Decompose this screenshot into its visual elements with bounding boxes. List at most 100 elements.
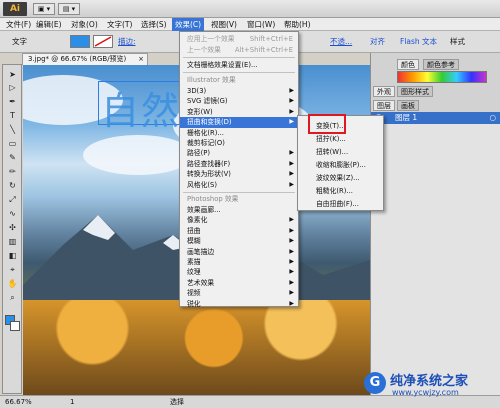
rotate-tool-icon[interactable]: ↻	[5, 180, 20, 191]
submenu-item-tweak[interactable]: 扭拧(K)...	[298, 134, 383, 144]
graph-tool-icon[interactable]: ▥	[5, 236, 20, 247]
fill-swatch[interactable]	[70, 35, 90, 48]
selected-art-text[interactable]: 自然	[98, 81, 182, 133]
chevron-right-icon: ▶	[289, 226, 294, 234]
tab-color-guide[interactable]: 颜色参考	[423, 59, 459, 70]
illustrator-effects-header: Illustrator 效果	[187, 76, 236, 84]
menu-effect[interactable]: 效果(C)	[172, 18, 205, 31]
color-spectrum[interactable]	[397, 71, 487, 83]
menu-item-sharpen[interactable]: 锐化 ▶	[180, 299, 298, 309]
layer-row[interactable]: 👁 图层 1 ○	[371, 112, 500, 124]
menu-item-svg-filters[interactable]: SVG 滤镜(G) ▶	[180, 96, 298, 106]
illustrator-window: Ai ▣ ▾ ▤ ▾ 文件(F) 编辑(E) 对象(O) 文字(T) 选择(S)…	[0, 0, 500, 408]
menu-view[interactable]: 视图(V)	[208, 18, 240, 31]
chevron-right-icon: ▶	[289, 107, 294, 115]
brush-tool-icon[interactable]: ✎	[5, 152, 20, 163]
menu-item-last-effect[interactable]: 上一个效果 Alt+Shift+Ctrl+E	[180, 45, 298, 55]
chevron-right-icon: ▶	[289, 87, 294, 94]
eyedropper-tool-icon[interactable]: ⌖	[5, 264, 20, 275]
chevron-right-icon: ▶	[289, 289, 294, 297]
status-mode[interactable]: 选择	[170, 396, 184, 408]
align-link[interactable]: 对齐	[370, 36, 385, 48]
menu-item-convert-to-shape[interactable]: 转换为形状(V) ▶	[180, 169, 298, 179]
tab-artboards[interactable]: 画板	[397, 100, 419, 111]
menu-type[interactable]: 文字(T)	[104, 18, 135, 31]
gradient-tool-icon[interactable]: ◧	[5, 250, 20, 261]
submenu-item-twist[interactable]: 扭转(W)...	[298, 147, 383, 157]
menu-item-rasterize[interactable]: 栅格化(R)...	[180, 128, 298, 138]
pencil-tool-icon[interactable]: ✏	[5, 166, 20, 177]
hand-tool-icon[interactable]: ✋	[5, 278, 20, 289]
no-stroke-icon	[94, 36, 112, 47]
chevron-right-icon: ▶	[289, 278, 294, 286]
warp-tool-icon[interactable]: ∿	[5, 208, 20, 219]
menu-item-texture[interactable]: 纹理 ▶	[180, 267, 298, 277]
pen-tool-icon[interactable]: ✒	[5, 96, 20, 107]
submenu-item-roughen[interactable]: 粗糙化(R)...	[298, 186, 383, 196]
target-icon[interactable]: ○	[489, 112, 496, 124]
menu-file[interactable]: 文件(F)	[3, 18, 34, 31]
arrange-documents-button[interactable]: ▤ ▾	[58, 3, 80, 15]
tab-layers[interactable]: 图层	[373, 100, 395, 111]
menu-item-effect-gallery[interactable]: 效果画廊...	[180, 205, 298, 215]
title-bar: Ai ▣ ▾ ▤ ▾	[0, 0, 500, 18]
menu-edit[interactable]: 编辑(E)	[33, 18, 65, 31]
menu-window[interactable]: 窗口(W)	[244, 18, 278, 31]
tab-appearance[interactable]: 外观	[373, 86, 395, 97]
menu-item-brush-strokes[interactable]: 画笔描边 ▶	[180, 247, 298, 257]
symbol-tool-icon[interactable]: ✣	[5, 222, 20, 233]
stroke-color-box[interactable]	[10, 321, 20, 331]
opacity-link[interactable]: 不透...	[330, 36, 352, 48]
line-tool-icon[interactable]: ╲	[5, 124, 20, 135]
selection-tool-icon[interactable]: ➤	[5, 69, 20, 80]
menu-help[interactable]: 帮助(H)	[281, 18, 314, 31]
menu-item-warp[interactable]: 变形(W) ▶	[180, 107, 298, 117]
styles-label[interactable]: 样式	[450, 36, 465, 48]
chevron-right-icon: ▶	[289, 170, 294, 178]
menu-item-blur[interactable]: 模糊 ▶	[180, 236, 298, 246]
layer-name: 图层 1	[395, 113, 418, 122]
menu-separator	[183, 72, 295, 73]
submenu-item-pucker-bloat[interactable]: 收缩和膨胀(P)...	[298, 160, 383, 170]
photoshop-effects-header: Photoshop 效果	[187, 195, 239, 203]
document-title: 3.jpg* @ 66.67% (RGB/预览)	[28, 55, 127, 63]
flash-text-link[interactable]: Flash 文本	[400, 36, 437, 48]
page-number[interactable]: 1	[70, 396, 74, 408]
menu-item-stylize[interactable]: 风格化(S) ▶	[180, 180, 298, 190]
menu-item-video[interactable]: 视频 ▶	[180, 288, 298, 298]
menu-item-artistic[interactable]: 艺术效果 ▶	[180, 278, 298, 288]
chevron-right-icon: ▶	[289, 268, 294, 276]
type-tool-icon[interactable]: T	[5, 110, 20, 121]
submenu-item-zig-zag[interactable]: 波纹效果(Z)...	[298, 173, 383, 183]
bridge-button[interactable]: ▣ ▾	[33, 3, 55, 15]
rectangle-tool-icon[interactable]: ▭	[5, 138, 20, 149]
menu-object[interactable]: 对象(O)	[68, 18, 101, 31]
direct-select-icon[interactable]: ▷	[5, 82, 20, 93]
menu-item-3d[interactable]: 3D(3) ▶	[180, 86, 298, 96]
menu-item-sketch[interactable]: 素描 ▶	[180, 257, 298, 267]
close-icon[interactable]: ×	[138, 54, 144, 65]
menu-item-distort-transform[interactable]: 扭曲和变换(D) ▶	[180, 117, 298, 128]
zoom-level[interactable]: 66.67%	[5, 396, 32, 408]
stroke-swatch[interactable]	[93, 35, 113, 48]
tab-color[interactable]: 颜色	[397, 59, 419, 70]
menu-item-crop-marks[interactable]: 裁剪标记(O)	[180, 138, 298, 148]
zoom-tool-icon[interactable]: ⌕	[5, 292, 20, 303]
scale-tool-icon[interactable]: ⤢	[5, 194, 20, 205]
tab-graphic-styles[interactable]: 图形样式	[397, 86, 433, 97]
chevron-right-icon: ▶	[289, 118, 294, 126]
submenu-item-free-distort[interactable]: 自由扭曲(F)...	[298, 199, 383, 209]
menu-select[interactable]: 选择(S)	[138, 18, 170, 31]
menu-item-apply-last-effect[interactable]: 应用上一个效果 Shift+Ctrl+E	[180, 34, 298, 44]
toolbox: ➤ ▷ ✒ T ╲ ▭ ✎ ✏ ↻ ⤢ ∿ ✣ ▥ ◧ ⌖ ✋ ⌕	[2, 64, 22, 394]
layers-panel-body	[371, 124, 500, 395]
menu-item-raster-settings[interactable]: 文档栅格效果设置(E)...	[180, 60, 298, 70]
document-tab[interactable]: 3.jpg* @ 66.67% (RGB/预览) ×	[22, 53, 148, 65]
menu-item-path[interactable]: 路径(P) ▶	[180, 148, 298, 158]
chevron-right-icon: ▶	[289, 247, 294, 255]
menu-separator	[183, 192, 295, 193]
menu-item-distort[interactable]: 扭曲 ▶	[180, 226, 298, 236]
stroke-label[interactable]: 描边:	[118, 36, 136, 48]
menu-item-pixelate[interactable]: 像素化 ▶	[180, 215, 298, 225]
menu-item-pathfinder[interactable]: 路径查找器(F) ▶	[180, 159, 298, 169]
